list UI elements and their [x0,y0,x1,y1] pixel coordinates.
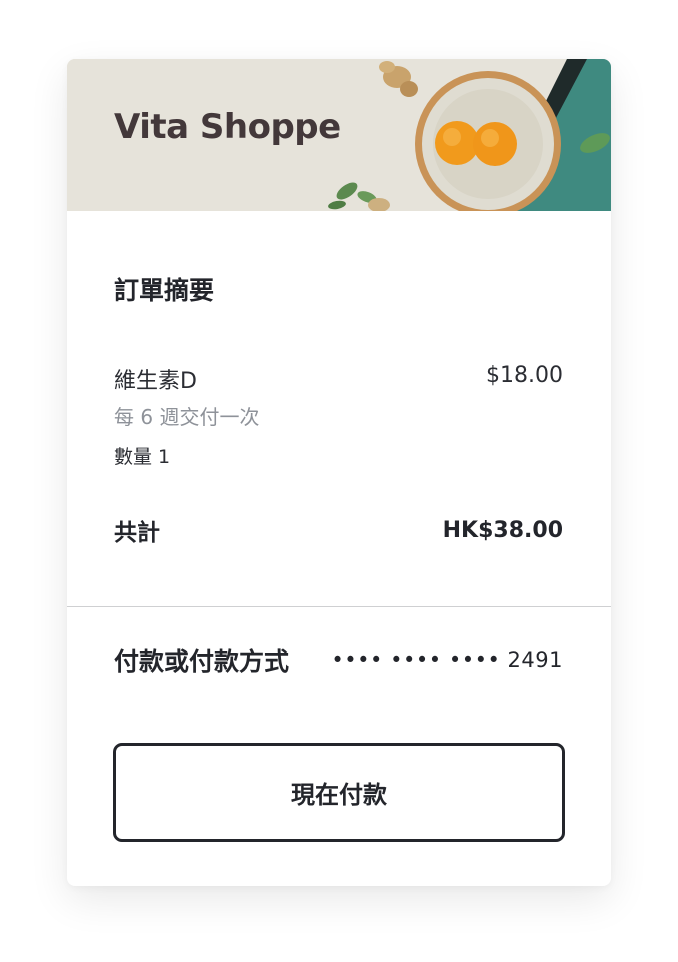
item-frequency: 每 6 週交付一次 [114,405,260,429]
total-row: 共計 HK$38.00 [114,513,563,547]
header-banner: Vita Shoppe [67,59,611,211]
item-name: 維生素D [114,369,197,394]
line-item: 維生素D 每 6 週交付一次 數量 1 $18.00 [114,363,563,469]
item-price: $18.00 [486,363,563,388]
brand-name: Vita Shoppe [114,107,341,147]
checkout-card: Vita Shoppe 訂單摘要 維生素D 每 6 週交付一次 數量 1 $18… [67,59,611,886]
payment-method-label: 付款或付款方式 [114,647,290,676]
payment-method-row[interactable]: 付款或付款方式 •••• •••• •••• 2491 [114,642,563,678]
order-summary: 訂單摘要 維生素D 每 6 週交付一次 數量 1 $18.00 共計 HK$38… [114,271,563,547]
total-label: 共計 [114,520,160,546]
item-quantity: 數量 1 [114,446,171,468]
total-value: HK$38.00 [442,517,563,543]
section-divider [67,606,611,607]
line-item-details: 維生素D 每 6 週交付一次 數量 1 [114,363,259,469]
pay-now-button[interactable]: 現在付款 [113,743,565,842]
order-summary-title: 訂單摘要 [114,276,215,305]
masked-card-number: •••• •••• •••• 2491 [331,648,563,672]
